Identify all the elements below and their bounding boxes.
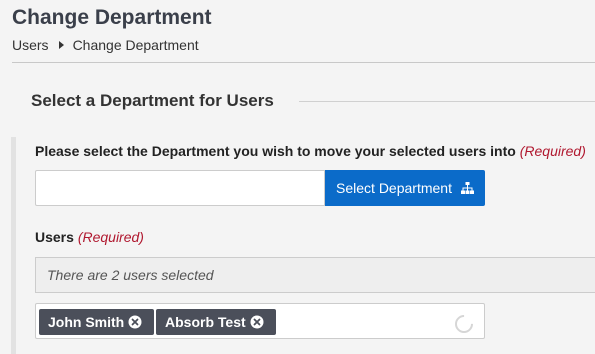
sitemap-icon [460, 182, 474, 194]
section-left-bar [11, 137, 16, 354]
department-label-text: Please select the Department you wish to… [35, 143, 516, 159]
users-required-marker: (Required) [77, 229, 144, 245]
breadcrumb: Users Change Department [12, 37, 199, 53]
users-tag-input[interactable]: John Smith Absorb Test [35, 303, 485, 339]
legend-divider [299, 101, 595, 102]
selected-users-summary: There are 2 users selected [35, 257, 595, 293]
close-circle-icon[interactable] [250, 315, 264, 329]
select-department-button[interactable]: Select Department [325, 170, 485, 206]
spinner-icon [451, 311, 477, 337]
breadcrumb-current: Change Department [72, 37, 199, 53]
user-tag-label: John Smith [48, 314, 125, 330]
breadcrumb-separator-icon [58, 41, 64, 49]
users-label-text: Users [35, 229, 74, 245]
department-input[interactable] [35, 170, 325, 206]
department-required-marker: (Required) [519, 143, 586, 159]
user-tag: Absorb Test [156, 309, 276, 335]
user-tag-label: Absorb Test [165, 314, 246, 330]
users-field-label: Users (Required) [35, 229, 144, 245]
section-legend: Select a Department for Users [31, 91, 274, 110]
user-tag: John Smith [39, 309, 154, 335]
department-field-label: Please select the Department you wish to… [35, 143, 586, 159]
page-title: Change Department [12, 6, 212, 29]
breadcrumb-users-link[interactable]: Users [12, 37, 49, 53]
select-department-label: Select Department [336, 180, 452, 196]
header-divider [12, 62, 595, 63]
close-circle-icon[interactable] [128, 315, 142, 329]
